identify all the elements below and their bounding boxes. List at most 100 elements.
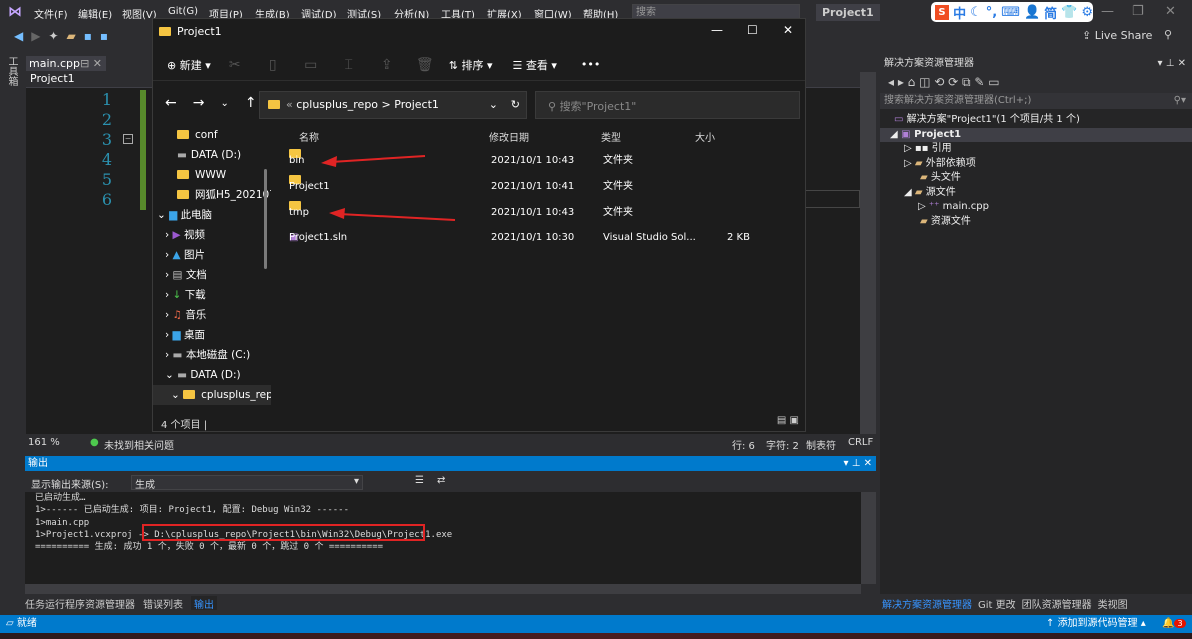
tree-headers[interactable]: ▰ 头文件: [880, 171, 1192, 186]
nav-item[interactable]: ⌄ ▬ DATA (D:): [153, 365, 271, 385]
notification-bell-icon[interactable]: 🔔 3: [1162, 615, 1186, 633]
up-icon[interactable]: ↑: [245, 95, 257, 111]
nav-project[interactable]: Project1: [30, 72, 75, 85]
tree-main-cpp[interactable]: ▷ ⁺⁺ main.cpp: [880, 200, 1192, 215]
new-project-icon[interactable]: ✦: [48, 29, 58, 43]
save-all-icon[interactable]: ▪: [100, 29, 108, 43]
word-wrap-icon[interactable]: ⇄: [437, 475, 445, 486]
save-icon[interactable]: ▪: [84, 29, 92, 43]
expand-icon[interactable]: ⌄: [171, 389, 183, 401]
tab-solution-explorer[interactable]: 解决方案资源管理器: [882, 596, 972, 611]
tree-references[interactable]: ▷ ▪▪ 引用: [880, 142, 1192, 157]
nav-item[interactable]: ⌄ cplusplus_rep: [153, 385, 271, 405]
menu-git[interactable]: Git(G): [168, 6, 198, 17]
nav-item[interactable]: › ▲ 图片: [153, 245, 271, 265]
expand-icon[interactable]: ›: [165, 309, 173, 321]
collapse-icon[interactable]: −: [123, 134, 133, 144]
expand-icon[interactable]: ›: [165, 269, 173, 281]
ime-skin-icon[interactable]: 👕: [1061, 5, 1077, 20]
menu-edit[interactable]: 编辑(E): [78, 6, 112, 21]
ime-chinese-mode[interactable]: 中: [953, 3, 966, 22]
output-source-select[interactable]: 生成 ▾: [131, 475, 363, 491]
nav-pane-scrollbar[interactable]: [264, 169, 267, 269]
address-bar[interactable]: « cplusplus_repo > Project1 ⌄ ↻: [259, 91, 527, 119]
close-tab-icon[interactable]: ⊟ ✕: [80, 56, 102, 71]
expand-icon[interactable]: ◢: [890, 129, 901, 140]
tab-mode[interactable]: 制表符: [806, 437, 836, 452]
live-share-button[interactable]: ⇪ Live Share: [1082, 29, 1152, 42]
output-text[interactable]: 已启动生成… 1>------ 已启动生成: 项目: Project1, 配置: …: [25, 492, 861, 584]
output-scrollbar[interactable]: [861, 492, 876, 584]
copy-icon[interactable]: ▯: [259, 57, 287, 73]
rename-icon[interactable]: ⌶: [335, 57, 363, 73]
nav-item[interactable]: conf: [153, 125, 271, 145]
ime-user-icon[interactable]: 👤: [1024, 5, 1040, 20]
output-hscrollbar[interactable]: [25, 584, 861, 594]
expand-icon[interactable]: ⌄: [165, 369, 177, 381]
editor-scrollbar[interactable]: [860, 72, 876, 434]
expand-icon[interactable]: ›: [165, 349, 173, 361]
tab-class-view[interactable]: 类视图: [1098, 596, 1128, 611]
cut-icon[interactable]: ✂: [221, 57, 249, 73]
back-icon[interactable]: ←: [165, 95, 177, 111]
tab-output[interactable]: 输出: [191, 596, 217, 611]
source-control-button[interactable]: ↑ 添加到源代码管理 ▴: [1046, 615, 1146, 633]
explorer-close-icon[interactable]: ✕: [783, 23, 793, 37]
tree-resources[interactable]: ▰ 资源文件: [880, 215, 1192, 230]
tree-solution[interactable]: ▭ 解决方案"Project1"(1 个项目/共 1 个): [880, 113, 1192, 128]
tree-project[interactable]: ◢ ▣ Project1: [880, 127, 1192, 142]
ime-moon-icon[interactable]: ☾: [970, 5, 982, 20]
breadcrumb-overflow[interactable]: «: [286, 98, 293, 111]
menu-file[interactable]: 文件(F): [34, 6, 68, 21]
expand-icon[interactable]: ›: [165, 229, 173, 241]
open-icon[interactable]: ▰: [67, 29, 76, 43]
ime-keyboard-icon[interactable]: ⌨: [1001, 5, 1020, 20]
clear-all-icon[interactable]: ☰: [415, 475, 424, 486]
issues-status[interactable]: 未找到相关问题: [104, 437, 174, 452]
forward-icon[interactable]: ▶: [31, 29, 40, 43]
expand-icon[interactable]: ›: [165, 289, 173, 301]
ime-settings-icon[interactable]: ⚙: [1081, 5, 1093, 20]
search-icon[interactable]: ⚲▾: [1174, 93, 1186, 109]
ime-punctuation-icon[interactable]: °,: [986, 5, 997, 20]
nav-item[interactable]: › ♫ 音乐: [153, 305, 271, 325]
view-toggle-icons[interactable]: ▤ ▣: [777, 415, 799, 426]
nav-item[interactable]: ▬ DATA (D:): [153, 145, 271, 165]
tab-error-list[interactable]: 错误列表: [143, 596, 183, 611]
nav-item[interactable]: › ▤ 文档: [153, 265, 271, 285]
sogou-logo-icon[interactable]: S: [935, 4, 950, 20]
delete-icon[interactable]: 🗑: [411, 57, 439, 73]
nav-item[interactable]: › ▆ 桌面: [153, 325, 271, 345]
back-icon[interactable]: ◀: [14, 29, 23, 43]
more-button[interactable]: •••: [581, 58, 600, 71]
forward-icon[interactable]: →: [193, 95, 205, 111]
breadcrumb-item[interactable]: Project1: [394, 98, 439, 111]
se-search-input[interactable]: 搜索解决方案资源管理器(Ctrl+;) ⚲▾: [880, 93, 1192, 109]
sort-button[interactable]: ⇅ 排序 ▾: [449, 57, 493, 73]
refresh-icon[interactable]: ↻: [511, 98, 520, 111]
tab-git-changes[interactable]: Git 更改: [978, 596, 1016, 611]
view-button[interactable]: ☰ 查看 ▾: [513, 57, 557, 73]
expand-icon[interactable]: ▷: [904, 143, 915, 154]
nav-item[interactable]: WWW: [153, 165, 271, 185]
breadcrumb-item[interactable]: cplusplus_repo: [296, 98, 378, 111]
se-controls-icon[interactable]: ▾ ⊥ ✕: [1158, 56, 1186, 71]
tree-sources[interactable]: ◢ ▰ 源文件: [880, 186, 1192, 201]
tree-external-deps[interactable]: ▷ ▰ 外部依赖项: [880, 157, 1192, 172]
chevron-down-icon[interactable]: ⌄: [489, 98, 498, 111]
paste-icon[interactable]: ▭: [297, 57, 325, 73]
tab-main-cpp[interactable]: main.cpp ⊟ ✕: [26, 56, 106, 71]
zoom-level[interactable]: 161 %: [28, 437, 60, 448]
explorer-search-input[interactable]: ⚲ 搜索"Project1": [535, 91, 800, 119]
expand-icon[interactable]: ›: [165, 249, 173, 261]
expand-icon[interactable]: ⌄: [157, 209, 169, 221]
minimize-icon[interactable]: —: [1101, 4, 1114, 19]
nav-item[interactable]: › ▶ 视频: [153, 225, 271, 245]
explorer-maximize-icon[interactable]: ☐: [747, 23, 758, 37]
panel-controls-icon[interactable]: ▾ ⊥ ✕: [844, 456, 872, 471]
nav-item[interactable]: › ↓ 下载: [153, 285, 271, 305]
explorer-minimize-icon[interactable]: —: [711, 23, 723, 37]
feedback-icon[interactable]: ⚲: [1164, 28, 1172, 41]
expand-icon[interactable]: ▷: [904, 158, 915, 169]
new-button[interactable]: ⊕ 新建 ▾: [167, 57, 211, 73]
